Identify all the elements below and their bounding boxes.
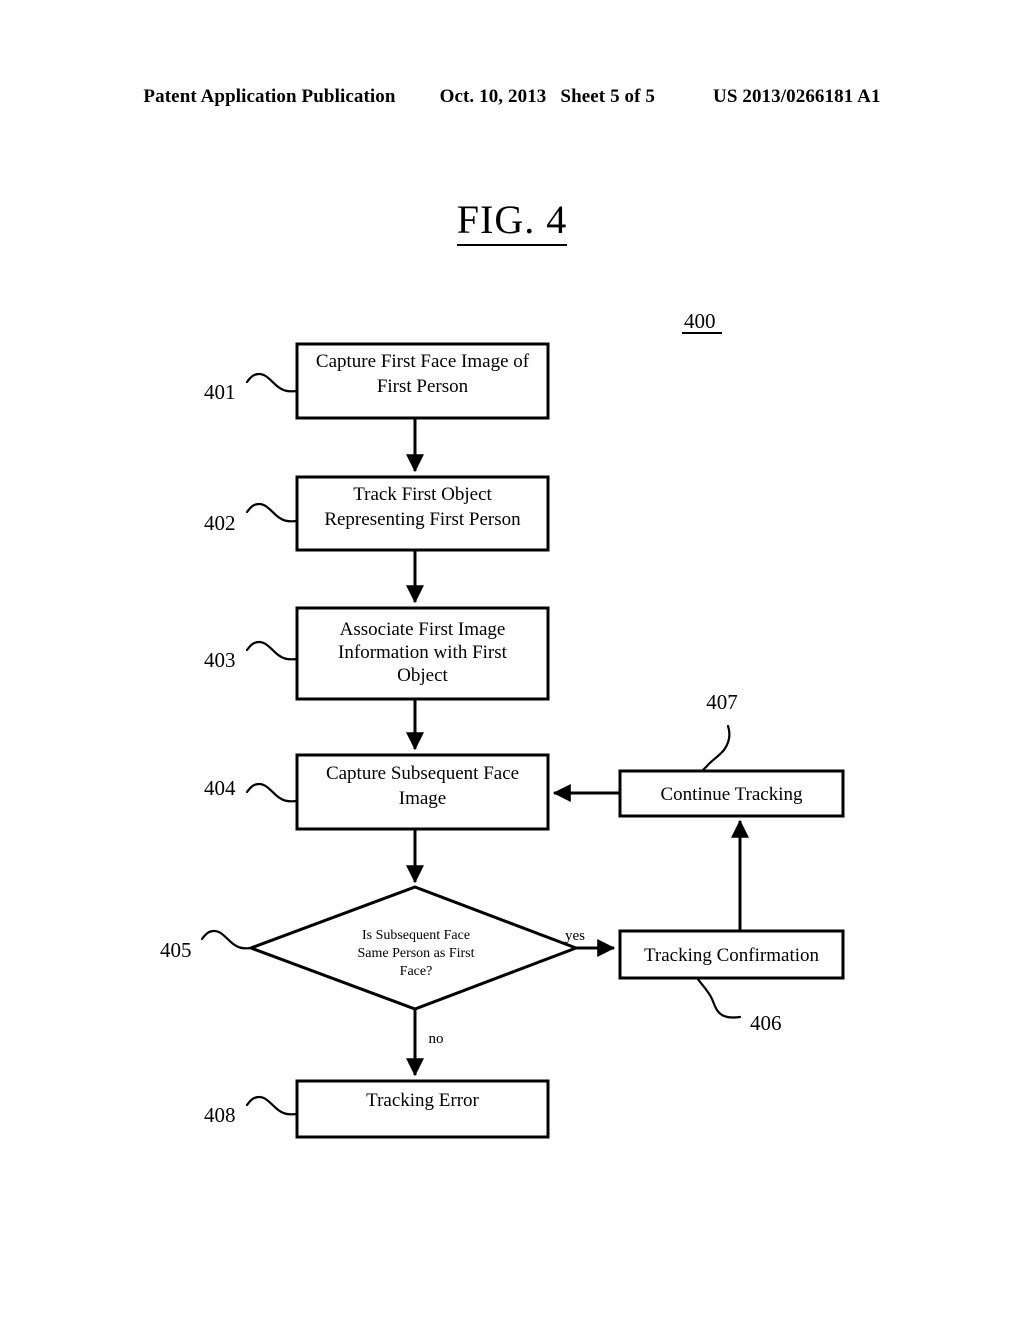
node-405-label-line1: Is Subsequent Face xyxy=(362,928,470,943)
node-403[interactable]: Associate First Image Information with F… xyxy=(295,606,550,701)
reference-407-text: 407 xyxy=(706,690,738,714)
reference-402: 402 xyxy=(204,502,299,535)
node-405[interactable]: Is Subsequent Face Same Person as First … xyxy=(246,885,581,1011)
node-403-label-line3: Object xyxy=(397,665,448,686)
node-404-label-line2: Image xyxy=(399,788,446,809)
edge-label-yes: yes xyxy=(565,928,585,944)
reference-404-leader xyxy=(245,782,299,803)
node-404[interactable]: Capture Subsequent Face Image xyxy=(295,753,550,831)
node-405-label-line3: Face? xyxy=(400,964,433,979)
node-401[interactable]: Capture First Face Image of First Person xyxy=(295,342,550,420)
reference-407-leader xyxy=(700,724,731,773)
reference-401-text: 401 xyxy=(204,380,236,404)
edge-label-no: no xyxy=(429,1031,444,1047)
reference-405-text: 405 xyxy=(160,938,192,962)
reference-405-leader xyxy=(200,929,253,950)
node-404-label-line1: Capture Subsequent Face xyxy=(326,763,519,784)
diagram-reference-400-text: 400 xyxy=(684,309,716,333)
node-406-label: Tracking Confirmation xyxy=(644,945,820,966)
reference-406: 406 xyxy=(695,976,782,1035)
reference-403-text: 403 xyxy=(204,648,236,672)
reference-402-text: 402 xyxy=(204,511,236,535)
node-401-label-line1: Capture First Face Image of xyxy=(316,351,530,372)
reference-408-leader xyxy=(245,1095,299,1116)
reference-403: 403 xyxy=(204,640,299,672)
node-406[interactable]: Tracking Confirmation xyxy=(618,929,845,980)
reference-405: 405 xyxy=(160,929,253,962)
node-403-label-line1: Associate First Image xyxy=(340,619,506,640)
node-407-label: Continue Tracking xyxy=(661,784,803,805)
reference-404-text: 404 xyxy=(204,776,236,800)
reference-408-text: 408 xyxy=(204,1103,236,1127)
reference-408: 408 xyxy=(204,1095,299,1127)
node-402-label-line1: Track First Object xyxy=(353,484,492,505)
node-403-label-line2: Information with First xyxy=(338,642,508,663)
node-402-label-line2: Representing First Person xyxy=(324,509,521,530)
reference-402-leader xyxy=(245,502,299,523)
reference-404: 404 xyxy=(204,776,299,803)
node-405-label-line2: Same Person as First xyxy=(357,946,474,961)
node-402[interactable]: Track First Object Representing First Pe… xyxy=(295,475,550,552)
reference-403-leader xyxy=(245,640,299,661)
reference-401-leader xyxy=(245,372,299,393)
reference-401: 401 xyxy=(204,372,299,404)
reference-406-text: 406 xyxy=(750,1011,782,1035)
node-408-label: Tracking Error xyxy=(366,1090,479,1111)
node-408[interactable]: Tracking Error xyxy=(295,1079,550,1139)
node-401-label-line2: First Person xyxy=(377,376,469,397)
reference-407: 407 xyxy=(700,690,738,773)
node-407[interactable]: Continue Tracking xyxy=(618,769,845,818)
reference-406-leader xyxy=(695,976,742,1019)
flowchart-diagram: 400 Capture First Face Image of First Pe… xyxy=(160,309,845,1139)
diagram-reference-400: 400 xyxy=(682,309,722,334)
